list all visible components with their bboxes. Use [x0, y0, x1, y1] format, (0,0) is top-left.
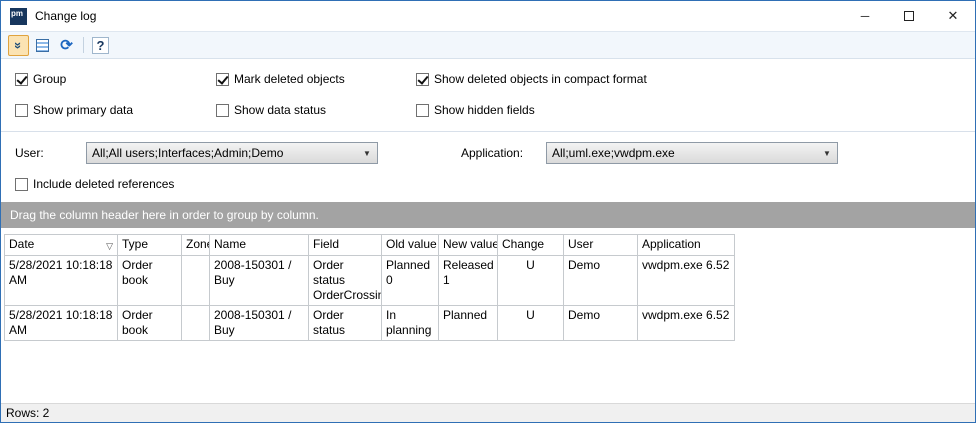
column-header-zone[interactable]: Zone — [182, 234, 210, 255]
column-header-application[interactable]: Application — [638, 234, 735, 255]
window-title: Change log — [35, 9, 96, 23]
checkbox-label: Group — [33, 72, 66, 86]
combo-row: User: All;All users;Interfaces;Admin;Dem… — [15, 142, 975, 164]
app-icon: pm — [10, 8, 27, 25]
checkbox-box — [416, 104, 429, 117]
maximize-button[interactable] — [887, 1, 931, 31]
maximize-icon — [904, 11, 914, 21]
cell-old-value: In planning — [382, 305, 439, 340]
application-dropdown-value: All;uml.exe;vwdpm.exe — [552, 146, 675, 160]
checkbox-box — [15, 104, 28, 117]
refresh-icon: ⟳ — [60, 38, 73, 53]
column-header-user[interactable]: User — [564, 234, 638, 255]
cell-date: 5/28/2021 10:18:18 AM — [5, 255, 118, 305]
titlebar: pm Change log ─ ✕ — [1, 1, 975, 31]
export-csv-button[interactable] — [32, 35, 53, 56]
refresh-button[interactable]: ⟳ — [56, 35, 77, 56]
checkbox-label: Show deleted objects in compact format — [434, 72, 647, 86]
minimize-button[interactable]: ─ — [843, 1, 887, 31]
chevron-down-icon: ▼ — [360, 149, 374, 158]
cell-user: Demo — [564, 305, 638, 340]
cell-zone — [182, 305, 210, 340]
application-dropdown[interactable]: All;uml.exe;vwdpm.exe ▼ — [546, 142, 838, 164]
checkbox-box — [416, 73, 429, 86]
checkbox-show-deleted-compact[interactable]: Show deleted objects in compact format — [416, 72, 975, 86]
row-count: Rows: 2 — [6, 406, 49, 420]
close-button[interactable]: ✕ — [931, 1, 975, 31]
checkbox-label: Mark deleted objects — [234, 72, 345, 86]
column-header-field[interactable]: Field — [309, 234, 382, 255]
minimize-icon: ─ — [861, 9, 870, 23]
application-label: Application: — [461, 146, 546, 160]
user-dropdown[interactable]: All;All users;Interfaces;Admin;Demo ▼ — [86, 142, 378, 164]
checkbox-label: Include deleted references — [33, 177, 174, 191]
change-log-window: pm Change log ─ ✕ » ⟳ ? — [0, 0, 976, 423]
grid-area: Date ▽ Type Zone Name Field Old value Ne… — [1, 228, 975, 404]
checkbox-include-deleted-references[interactable]: Include deleted references — [15, 177, 174, 191]
group-by-drop-zone[interactable]: Drag the column header here in order to … — [1, 202, 975, 228]
cell-old-value: Planned 0 — [382, 255, 439, 305]
cell-application: vwdpm.exe 6.52 — [638, 255, 735, 305]
checkbox-label: Show hidden fields — [434, 103, 535, 117]
cell-change: U — [498, 255, 564, 305]
checkbox-box — [15, 178, 28, 191]
toolbar-separator — [83, 37, 84, 53]
csv-export-icon — [36, 39, 49, 52]
cell-field: Order status — [309, 305, 382, 340]
cell-type: Order book — [118, 305, 182, 340]
checkbox-label: Show data status — [234, 103, 326, 117]
checkbox-box — [216, 104, 229, 117]
cell-user: Demo — [564, 255, 638, 305]
toolbar: » ⟳ ? — [1, 31, 975, 59]
toggle-parameters-button[interactable]: » — [8, 35, 29, 56]
checkbox-group[interactable]: Group — [15, 72, 216, 86]
table-row[interactable]: 5/28/2021 10:18:18 AM Order book 2008-15… — [5, 305, 735, 340]
column-header-date[interactable]: Date ▽ — [5, 234, 118, 255]
close-icon: ✕ — [948, 8, 959, 24]
change-log-table: Date ▽ Type Zone Name Field Old value Ne… — [4, 234, 735, 341]
cell-change: U — [498, 305, 564, 340]
checkbox-show-data-status[interactable]: Show data status — [216, 103, 416, 117]
cell-name: 2008-150301 / Buy — [210, 255, 309, 305]
checkbox-box — [15, 73, 28, 86]
checkbox-mark-deleted-objects[interactable]: Mark deleted objects — [216, 72, 416, 86]
status-bar: Rows: 2 — [1, 403, 975, 422]
help-icon: ? — [92, 37, 110, 54]
double-chevron-down-icon: » — [12, 41, 25, 48]
column-header-new-value[interactable]: New value — [439, 234, 498, 255]
user-label: User: — [15, 146, 86, 160]
checkbox-show-hidden-fields[interactable]: Show hidden fields — [416, 103, 975, 117]
header-row: Date ▽ Type Zone Name Field Old value Ne… — [5, 234, 735, 255]
checkbox-box — [216, 73, 229, 86]
user-dropdown-value: All;All users;Interfaces;Admin;Demo — [92, 146, 283, 160]
cell-name: 2008-150301 / Buy — [210, 305, 309, 340]
chevron-down-icon: ▼ — [820, 149, 834, 158]
checkbox-label: Show primary data — [33, 103, 133, 117]
cell-zone — [182, 255, 210, 305]
filter-panel: Group Mark deleted objects Show deleted … — [1, 59, 975, 131]
sort-descending-icon: ▽ — [106, 239, 113, 254]
column-header-old-value[interactable]: Old value — [382, 234, 439, 255]
checkbox-show-primary-data[interactable]: Show primary data — [15, 103, 216, 117]
checkbox-grid: Group Mark deleted objects Show deleted … — [15, 72, 975, 117]
combo-section: User: All;All users;Interfaces;Admin;Dem… — [1, 132, 975, 202]
column-header-label: Date — [9, 237, 34, 251]
table-row[interactable]: 5/28/2021 10:18:18 AM Order book 2008-15… — [5, 255, 735, 305]
cell-new-value: Planned — [439, 305, 498, 340]
column-header-name[interactable]: Name — [210, 234, 309, 255]
group-by-hint: Drag the column header here in order to … — [10, 208, 319, 222]
cell-type: Order book — [118, 255, 182, 305]
cell-new-value: Released 1 — [439, 255, 498, 305]
cell-application: vwdpm.exe 6.52 — [638, 305, 735, 340]
column-header-change[interactable]: Change — [498, 234, 564, 255]
cell-date: 5/28/2021 10:18:18 AM — [5, 305, 118, 340]
column-header-type[interactable]: Type — [118, 234, 182, 255]
help-button[interactable]: ? — [90, 35, 111, 56]
cell-field: Order status OrderCrossing — [309, 255, 382, 305]
